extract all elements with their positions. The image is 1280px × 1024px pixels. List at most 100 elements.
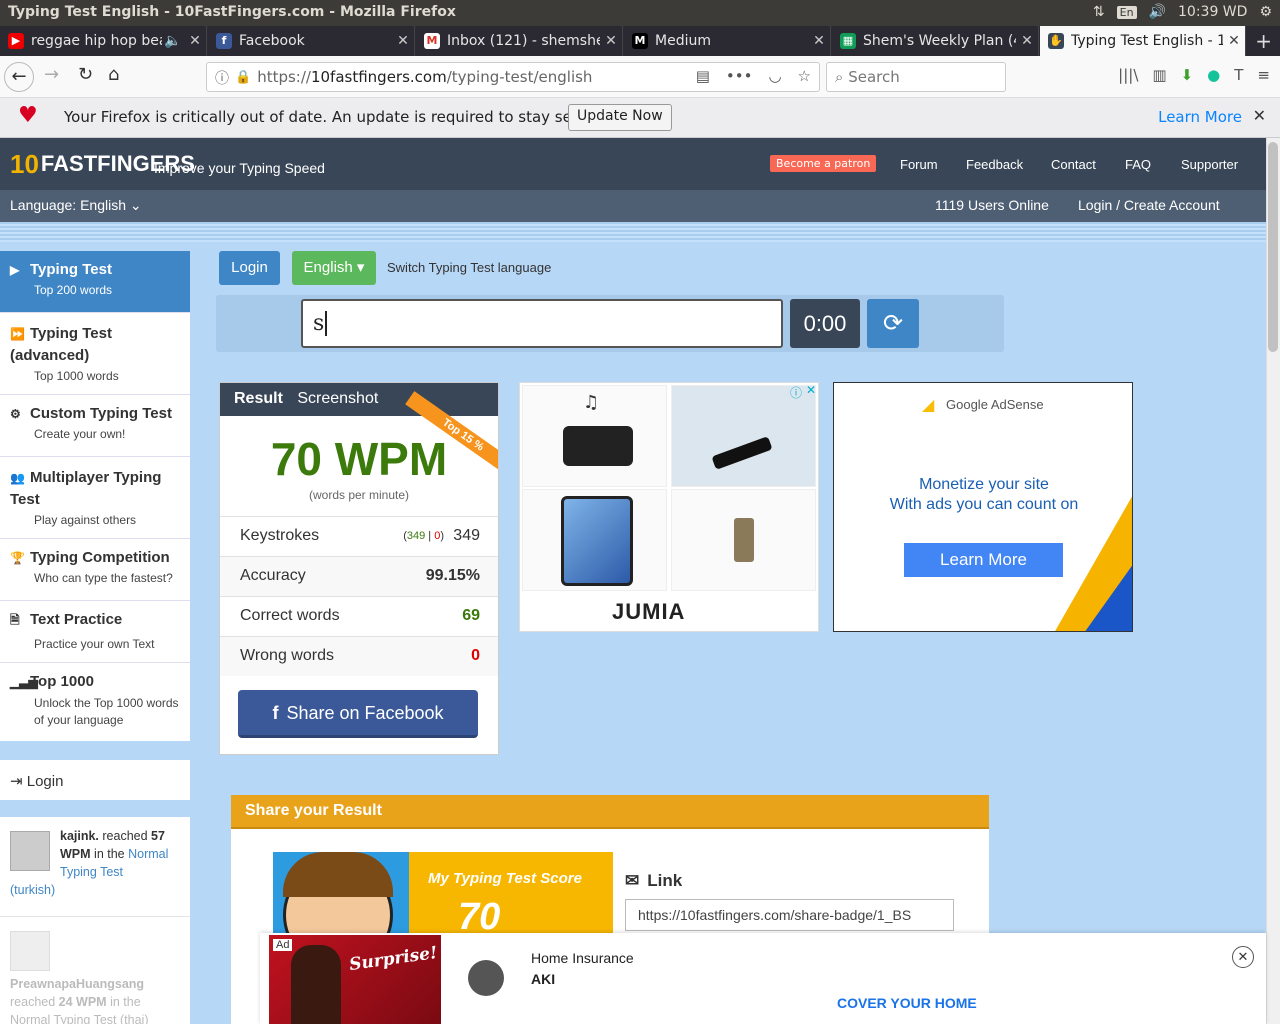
ad-product-feature-phone[interactable] [671,489,816,591]
sidebar-item-title: Text Practice [30,611,123,628]
bookmark-star-icon[interactable]: ☆ [798,67,811,85]
ad-product-speaker[interactable]: ♫ [522,385,667,487]
keystrokes-row: Keystrokes (349 | 0) 349 [220,516,498,556]
jumia-ad[interactable]: ♫ ⓘ ✕ JUMIA [519,382,819,632]
close-tab-icon[interactable]: ✕ [1016,33,1038,49]
search-icon: ⌕ [835,68,844,86]
ad-image[interactable]: Ad Surprise! [269,935,441,1024]
tab-gmail[interactable]: M Inbox (121) - shemshe ✕ [416,26,623,56]
envelope-icon: ✉ [625,871,640,890]
reader-view-icon[interactable]: ▤ [696,67,710,85]
adchoices-icon[interactable]: ⓘ [790,384,802,401]
feed-user[interactable]: kajink. [60,829,99,843]
url-host: 10fastfingers.com [310,68,447,86]
sidebar-login[interactable]: ⇥ Login [0,760,190,800]
nav-forum[interactable]: Forum [900,157,938,172]
feed-user[interactable]: PreawnapaHuangsang [10,977,144,991]
speaker-icon[interactable]: 🔈 [162,33,184,49]
login-button[interactable]: Login [219,251,280,285]
close-ad-icon[interactable]: ✕ [1232,946,1254,968]
pocket-icon[interactable]: ◡ [768,67,781,85]
become-patron-button[interactable]: Become a patron [770,155,877,172]
adsense-decoration [1055,496,1132,631]
new-tab-icon[interactable]: + [1255,29,1272,53]
url-bar[interactable]: ⓘ 🔒 https://10fastfingers.com/typing-tes… [206,62,820,92]
home-button[interactable]: ⌂ [108,64,119,85]
language-selector[interactable]: Language: English ⌄ [10,197,142,214]
file-icon: 🗎 [10,613,20,627]
feed-language[interactable]: (turkish) [10,881,180,899]
sidebar-item-typing-test[interactable]: ▶ Typing Test Top 200 words [0,251,190,313]
adsense-learn-more-button[interactable]: Learn More [904,543,1063,577]
typing-input[interactable]: s [301,299,783,348]
close-tab-icon[interactable]: ✕ [808,33,830,49]
sidebar-item-competition[interactable]: 🏆 Typing Competition Who can type the fas… [0,539,190,601]
learn-more-link[interactable]: Learn More [1158,108,1242,126]
info-icon[interactable]: ⓘ [215,68,229,88]
search-input[interactable]: ⌕ Search [826,62,1006,92]
nav-supporter[interactable]: Supporter [1181,157,1238,172]
ad-product-phone[interactable] [522,489,667,591]
translate-icon[interactable]: T [1234,66,1243,84]
adsense-brand: Google AdSense [946,397,1044,412]
page-actions-icon[interactable]: ••• [726,67,753,85]
feed-item: PreawnapaHuangsang reached 24 WPM in the… [0,917,190,1024]
clock[interactable]: 10:39 WD [1178,4,1247,20]
tab-typing-test[interactable]: ✋ Typing Test English - 10 ✕ [1040,26,1246,56]
lock-icon: 🔒 [235,69,252,85]
close-tab-icon[interactable]: ✕ [184,33,206,49]
close-tab-icon[interactable]: ✕ [392,33,414,49]
chevron-down-icon: ⌄ [129,197,142,213]
back-button[interactable]: ← [4,62,34,92]
volume-icon[interactable]: 🔊 [1149,4,1166,20]
close-ad-icon[interactable]: ✕ [806,383,816,397]
bottom-banner-ad[interactable]: Ad Surprise! Home Insurance AKI COVER YO… [260,933,1266,1024]
accuracy-row: Accuracy 99.15% [220,556,498,596]
ad-title[interactable]: Home Insurance [531,950,634,966]
result-tab[interactable]: Result [234,390,283,407]
score-badge-image[interactable]: My Typing Test Score 70 [273,852,613,942]
tab-weekly-plan[interactable]: ▦ Shem's Weekly Plan (4 ✕ [832,26,1039,56]
sidebar-item-title: Top 1000 [30,673,94,690]
sidebar-item-top-1000[interactable]: ▁▃▅Top 1000 Unlock the Top 1000 words of… [0,663,190,741]
share-link-input[interactable]: https://10fastfingers.com/share-badge/1_… [625,899,954,931]
network-icon[interactable]: ⇅ [1093,4,1105,20]
restart-button[interactable]: ⟳ [867,299,919,348]
sidebar-item-custom-typing-test[interactable]: ⚙ Custom Typing Test Create your own! [0,395,190,457]
screenshot-tab[interactable]: Screenshot [297,390,378,407]
sidebar-item-typing-test-advanced[interactable]: ⏩ Typing Test (advanced) Top 1000 words [0,313,190,395]
nav-contact[interactable]: Contact [1051,157,1096,172]
close-tab-icon[interactable]: ✕ [600,33,622,49]
badge-hair [283,852,393,897]
library-icon[interactable]: |||\ [1118,66,1138,84]
feed-test-link[interactable]: Normal Typing Test (thai) [10,1013,148,1024]
nav-feedback[interactable]: Feedback [966,157,1023,172]
sidebar-icon[interactable]: ▥ [1152,66,1166,84]
tab-label: Typing Test English - 10 [1071,33,1223,49]
keyboard-layout[interactable]: En [1116,5,1137,19]
fast-forward-icon: ⏩ [10,327,25,341]
login-create-account-link[interactable]: Login / Create Account [1078,197,1220,213]
sidebar-item-multiplayer[interactable]: 👥 Multiplayer Typing Test Play against ot… [0,457,190,539]
sidebar-item-text-practice[interactable]: 🗎 Text Practice Practice your own Text [0,601,190,663]
share-on-facebook-button[interactable]: f Share on Facebook [238,690,478,738]
close-tab-icon[interactable]: ✕ [1223,33,1245,49]
forward-button[interactable]: → [44,64,59,85]
menu-icon[interactable]: ≡ [1257,66,1270,84]
keystroke-breakdown: (349 | 0) [403,530,444,542]
update-now-button[interactable]: Update Now [568,104,672,131]
language-dropdown-button[interactable]: English ▾ [292,251,376,285]
reload-button[interactable]: ↻ [78,64,93,85]
adsense-ad[interactable]: ◢ Google AdSense Monetize your site With… [833,382,1133,632]
grammarly-icon[interactable]: ● [1207,66,1220,84]
ad-cta-link[interactable]: COVER YOUR HOME [837,995,977,1011]
settings-gear-icon[interactable]: ⚙ [1259,4,1272,20]
scrollbar-thumb[interactable] [1268,142,1278,352]
tab-facebook[interactable]: f Facebook ✕ [208,26,415,56]
tab-reggae[interactable]: ▶ reggae hip hop bea 🔈 ✕ [0,26,207,56]
tab-medium[interactable]: M Medium ✕ [624,26,831,56]
close-icon[interactable]: ✕ [1253,106,1266,125]
nav-faq[interactable]: FAQ [1125,157,1151,172]
download-icon[interactable]: ⬇ [1181,66,1194,84]
browser-tab-bar: ▶ reggae hip hop bea 🔈 ✕ f Facebook ✕ M … [0,26,1280,56]
